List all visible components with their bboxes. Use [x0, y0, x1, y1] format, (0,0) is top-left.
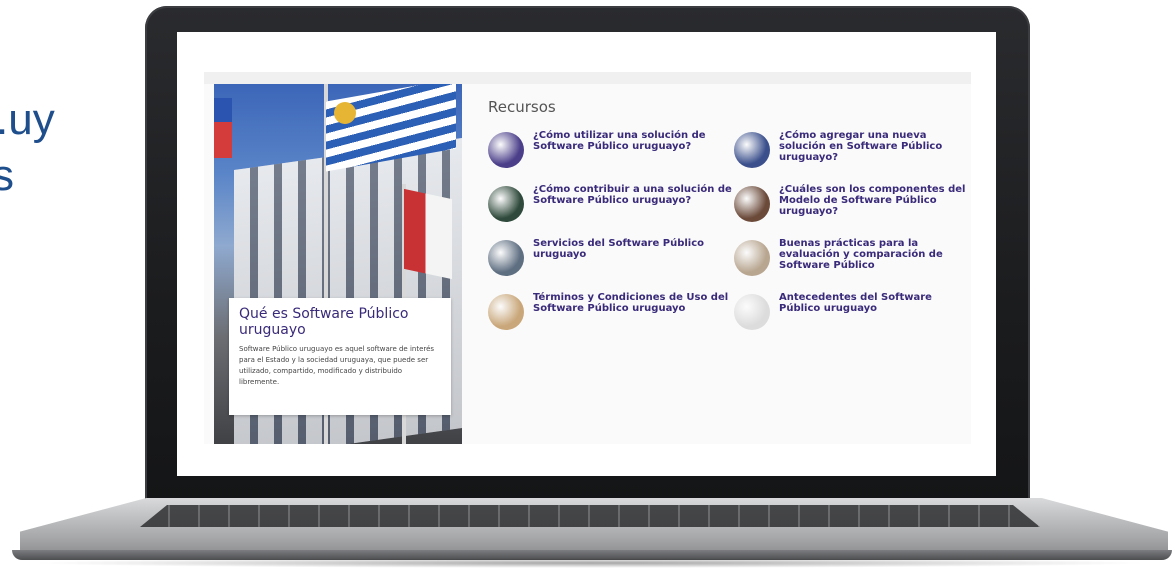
hero-image: Qué es Software Público uruguayo Softwar…: [214, 84, 462, 444]
sun-of-may-icon: [334, 102, 356, 124]
code-screen-icon: [734, 132, 770, 168]
hero-title: Qué es Software Público uruguayo: [239, 306, 409, 338]
slide-text-line-2: s: [0, 151, 14, 200]
hero-card[interactable]: Qué es Software Público uruguayo Softwar…: [229, 298, 451, 415]
laptop-screen: Qué es Software Público uruguayo Softwar…: [177, 32, 996, 476]
web-page: Qué es Software Público uruguayo Softwar…: [204, 72, 971, 444]
resources-grid: ¿Cómo utilizar una solución de Software …: [488, 130, 968, 334]
flag-left-icon: [214, 98, 232, 158]
page-top-bar: [204, 72, 971, 84]
resource-label: Antecedentes del Software Público urugua…: [779, 292, 932, 314]
resource-link-antecedentes[interactable]: Antecedentes del Software Público urugua…: [734, 292, 968, 334]
person-laptop-icon: [488, 132, 524, 168]
keyboard-icon: [488, 186, 524, 222]
resources-heading: Recursos: [488, 98, 556, 116]
resource-link-servicios[interactable]: Servicios del Software Público uruguayo: [488, 238, 734, 280]
slide-text-line-1: .uy: [0, 95, 55, 144]
resource-label: Servicios del Software Público uruguayo: [533, 238, 705, 260]
resource-label: ¿Cómo agregar una nueva solución en Soft…: [779, 130, 943, 163]
handshake-icon: [488, 240, 524, 276]
resource-link-usar[interactable]: ¿Cómo utilizar una solución de Software …: [488, 130, 734, 172]
resource-label: ¿Cuáles son los componentes del Modelo d…: [779, 184, 966, 217]
resource-label: ¿Cómo contribuir a una solución de Softw…: [533, 184, 732, 206]
resources-section: Recursos ¿Cómo utilizar una solución de …: [488, 98, 968, 334]
resource-link-buenas-practicas[interactable]: Buenas prácticas para la evaluación y co…: [734, 238, 968, 280]
resource-label: Términos y Condiciones de Uso del Softwa…: [533, 292, 729, 314]
red-flag-icon: [404, 188, 452, 280]
document-icon: [488, 294, 524, 330]
hero-description: Software Público uruguayo es aquel softw…: [239, 345, 435, 386]
laptop-keyboard: [140, 505, 1040, 527]
hands-typing-icon: [734, 186, 770, 222]
resource-label: Buenas prácticas para la evaluación y co…: [779, 238, 943, 271]
resource-link-terminos[interactable]: Términos y Condiciones de Uso del Softwa…: [488, 292, 734, 334]
meeting-icon: [734, 240, 770, 276]
laptop-lid: Qué es Software Público uruguayo Softwar…: [145, 6, 1030, 504]
paper-icon: [734, 294, 770, 330]
resource-link-agregar[interactable]: ¿Cómo agregar una nueva solución en Soft…: [734, 130, 968, 172]
resource-label: ¿Cómo utilizar una solución de Software …: [533, 130, 706, 152]
resource-link-contribuir[interactable]: ¿Cómo contribuir a una solución de Softw…: [488, 184, 734, 226]
laptop-shadow: [30, 558, 1150, 568]
resource-link-componentes[interactable]: ¿Cuáles son los componentes del Modelo d…: [734, 184, 968, 226]
